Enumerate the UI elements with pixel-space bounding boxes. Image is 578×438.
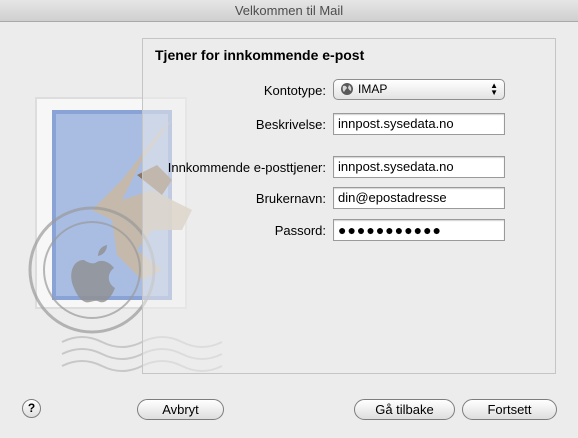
- account-type-popup[interactable]: IMAP ▲ ▼: [333, 79, 505, 100]
- back-button[interactable]: Gå tilbake: [354, 399, 455, 420]
- username-value: din@epostadresse: [338, 190, 447, 205]
- updown-arrows-icon: ▲ ▼: [490, 81, 498, 97]
- window-title: Velkommen til Mail: [234, 3, 344, 18]
- help-button[interactable]: ?: [22, 399, 41, 418]
- username-label: Brukernavn:: [255, 191, 326, 206]
- incoming-server-panel: Tjener for innkommende e-post Kontotype:…: [142, 38, 556, 374]
- password-label: Passord:: [274, 223, 326, 238]
- account-type-value: IMAP: [358, 82, 388, 96]
- window-titlebar[interactable]: Velkommen til Mail: [0, 0, 578, 22]
- cancel-button[interactable]: Avbryt: [137, 399, 224, 420]
- panel-title: Tjener for innkommende e-post: [155, 47, 365, 63]
- username-field[interactable]: din@epostadresse: [333, 187, 505, 209]
- description-value: innpost.sysedata.no: [338, 116, 454, 131]
- globe-icon: [341, 83, 353, 95]
- continue-button[interactable]: Fortsett: [462, 399, 557, 420]
- window-body: Tjener for innkommende e-post Kontotype:…: [0, 22, 578, 438]
- incoming-server-value: innpost.sysedata.no: [338, 159, 454, 174]
- incoming-server-field[interactable]: innpost.sysedata.no: [333, 156, 505, 178]
- description-label: Beskrivelse:: [255, 117, 326, 132]
- password-field[interactable]: ●●●●●●●●●●●: [333, 219, 505, 241]
- description-field[interactable]: innpost.sysedata.no: [333, 113, 505, 135]
- account-type-label: Kontotype:: [263, 83, 326, 98]
- password-value: ●●●●●●●●●●●: [338, 222, 443, 238]
- incoming-server-label: Innkommende e-posttjener:: [167, 160, 326, 175]
